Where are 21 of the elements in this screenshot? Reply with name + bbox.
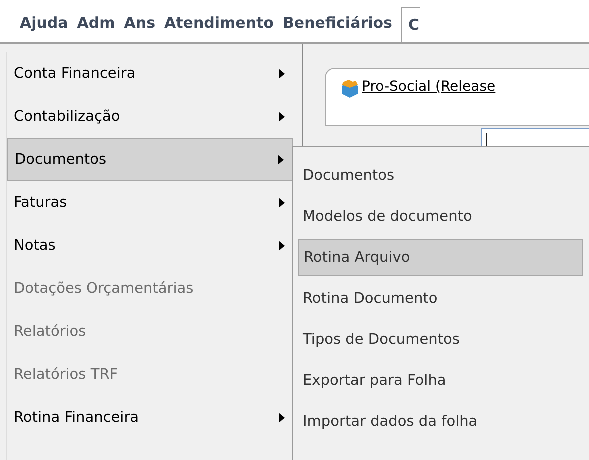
menu-item[interactable]: Conta Financeira	[7, 52, 293, 95]
submenu-item[interactable]: Tipos de Documentos	[298, 321, 583, 358]
menu-bar-tab[interactable]: Atendimento	[164, 14, 283, 42]
menu-bar-tab[interactable]: Adm	[77, 14, 124, 42]
menu-item[interactable]: Contabilização	[7, 95, 293, 138]
submenu-item[interactable]: Rotina Arquivo	[298, 239, 583, 276]
menu-bar-tab[interactable]: C	[401, 7, 420, 42]
menu-item[interactable]: Notas	[7, 224, 293, 267]
menu-item[interactable]: Documentos	[7, 138, 293, 181]
submenu-item[interactable]: Modelos de documento	[298, 198, 583, 235]
menu-item[interactable]: Faturas	[7, 181, 293, 224]
submenu-item[interactable]: Importar dados da folha	[298, 403, 583, 440]
menu-item[interactable]: Rotina Financeira	[7, 396, 293, 439]
menu-bar-tab[interactable]: Ans	[124, 14, 164, 42]
submenu-item[interactable]: Rotina Documento	[298, 280, 583, 317]
submenu-item[interactable]: Exportar para Folha	[298, 362, 583, 399]
package-icon	[340, 79, 360, 99]
menu-bar-tab[interactable]: Beneficiários	[282, 14, 402, 42]
release-link[interactable]: Pro-Social (Release	[362, 79, 496, 95]
menu-bar-tab[interactable]: Ajuda	[20, 14, 78, 42]
submenu-item[interactable]: Documentos	[298, 157, 583, 194]
